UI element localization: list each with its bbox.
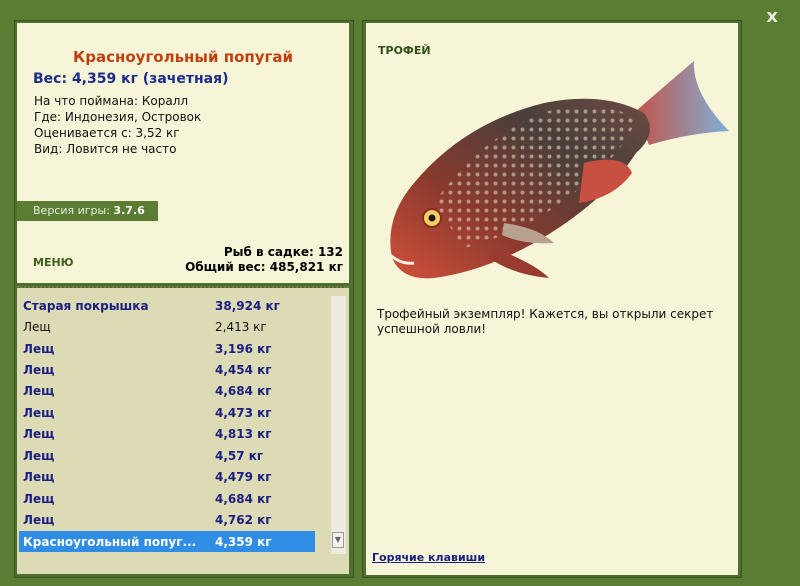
fish-tail bbox=[636, 61, 729, 145]
version-bar: Версия игры: 3.7.6 bbox=[17, 201, 158, 221]
item-weight: 4,684 кг bbox=[215, 384, 272, 399]
item-name: Лещ bbox=[23, 427, 55, 442]
location: Где: Индонезия, Островок bbox=[34, 110, 202, 124]
item-weight: 2,413 кг bbox=[215, 320, 267, 335]
list-item[interactable]: Лещ 4,454 кг bbox=[19, 359, 315, 380]
fish-count: Рыб в садке: 132 bbox=[223, 245, 343, 259]
list-item[interactable]: Лещ 4,479 кг bbox=[19, 467, 315, 488]
version-label: Версия игры: bbox=[33, 204, 110, 217]
item-weight: 4,454 кг bbox=[215, 363, 272, 378]
item-weight: 4,684 кг bbox=[215, 491, 272, 506]
value: Оценивается с: 3,52 кг bbox=[34, 126, 180, 140]
list-item[interactable]: Лещ 4,762 кг bbox=[19, 509, 315, 530]
version-value: 3.7.6 bbox=[113, 204, 145, 217]
close-button[interactable]: x bbox=[766, 6, 778, 27]
item-name: Красноугольный попуг... bbox=[23, 534, 197, 549]
trophy-panel: ТРОФЕЙ Трофейный экземпляр! Кажется, вы … bbox=[366, 23, 738, 575]
menu-button[interactable]: МЕНЮ bbox=[33, 256, 74, 269]
item-name: Лещ bbox=[23, 491, 55, 506]
fish-image bbox=[386, 61, 729, 279]
fish-info-panel: Красноугольный попугай Вес: 4,359 кг (за… bbox=[17, 23, 349, 283]
scroll-thumb[interactable]: ▼ bbox=[332, 532, 344, 548]
list-item[interactable]: Лещ 3,196 кг bbox=[19, 338, 315, 359]
fish-details: На что поймана: Коралл Где: Индонезия, О… bbox=[34, 93, 201, 157]
item-weight: 4,762 кг bbox=[215, 513, 272, 528]
fish-belly-fin bbox=[489, 248, 549, 278]
hotkeys-link[interactable]: Горячие клавиши bbox=[372, 551, 485, 564]
list-item[interactable]: Лещ 2,413 кг bbox=[19, 316, 315, 337]
item-weight: 4,473 кг bbox=[215, 405, 272, 420]
item-name: Лещ bbox=[23, 363, 55, 378]
caught-on: На что поймана: Коралл bbox=[34, 94, 189, 108]
list-item-selected[interactable]: Красноугольный попуг... 4,359 кг bbox=[19, 530, 315, 553]
item-name: Лещ bbox=[23, 405, 55, 420]
list-item[interactable]: Лещ 4,684 кг bbox=[19, 488, 315, 509]
item-name: Лещ bbox=[23, 384, 55, 399]
item-weight: 4,813 кг bbox=[215, 427, 272, 442]
rarity: Вид: Ловится не часто bbox=[34, 142, 177, 156]
catch-rows: Старая покрышка 38,924 кг Лещ 2,413 кг Лещ 3,… bbox=[19, 295, 315, 553]
catch-list: Старая покрышка 38,924 кг Лещ 2,413 кг Лещ 3,… bbox=[17, 288, 349, 574]
list-item[interactable]: Лещ 4,57 кг bbox=[19, 445, 315, 466]
item-weight: 4,479 кг bbox=[215, 470, 272, 485]
list-item[interactable]: Лещ 4,473 кг bbox=[19, 402, 315, 423]
list-item[interactable]: Лещ 4,813 кг bbox=[19, 424, 315, 445]
trophy-description: Трофейный экземпляр! Кажется, вы открыли… bbox=[377, 307, 714, 336]
item-name: Лещ bbox=[23, 513, 55, 528]
fish-fin bbox=[579, 159, 632, 203]
fish-weight: Вес: 4,359 кг (зачетная) bbox=[33, 71, 229, 87]
item-weight: 4,359 кг bbox=[215, 534, 272, 549]
item-weight: 3,196 кг bbox=[215, 341, 272, 356]
catch-stats: Рыб в садке: 132 Общий вес: 485,821 кг bbox=[185, 245, 343, 275]
list-item[interactable]: Лещ 4,684 кг bbox=[19, 381, 315, 402]
item-name: Старая покрышка bbox=[23, 298, 149, 313]
item-name: Лещ bbox=[23, 470, 55, 485]
item-name: Лещ bbox=[23, 320, 51, 335]
item-name: Лещ bbox=[23, 448, 55, 463]
item-name: Лещ bbox=[23, 341, 55, 356]
list-item[interactable]: Старая покрышка 38,924 кг bbox=[19, 295, 315, 316]
list-divider bbox=[17, 286, 349, 288]
total-weight: Общий вес: 485,821 кг bbox=[185, 260, 343, 274]
scrollbar[interactable]: ▼ bbox=[331, 296, 346, 554]
item-weight: 38,924 кг bbox=[215, 298, 280, 313]
fish-name: Красноугольный попугай bbox=[72, 48, 293, 66]
item-weight: 4,57 кг bbox=[215, 448, 264, 463]
